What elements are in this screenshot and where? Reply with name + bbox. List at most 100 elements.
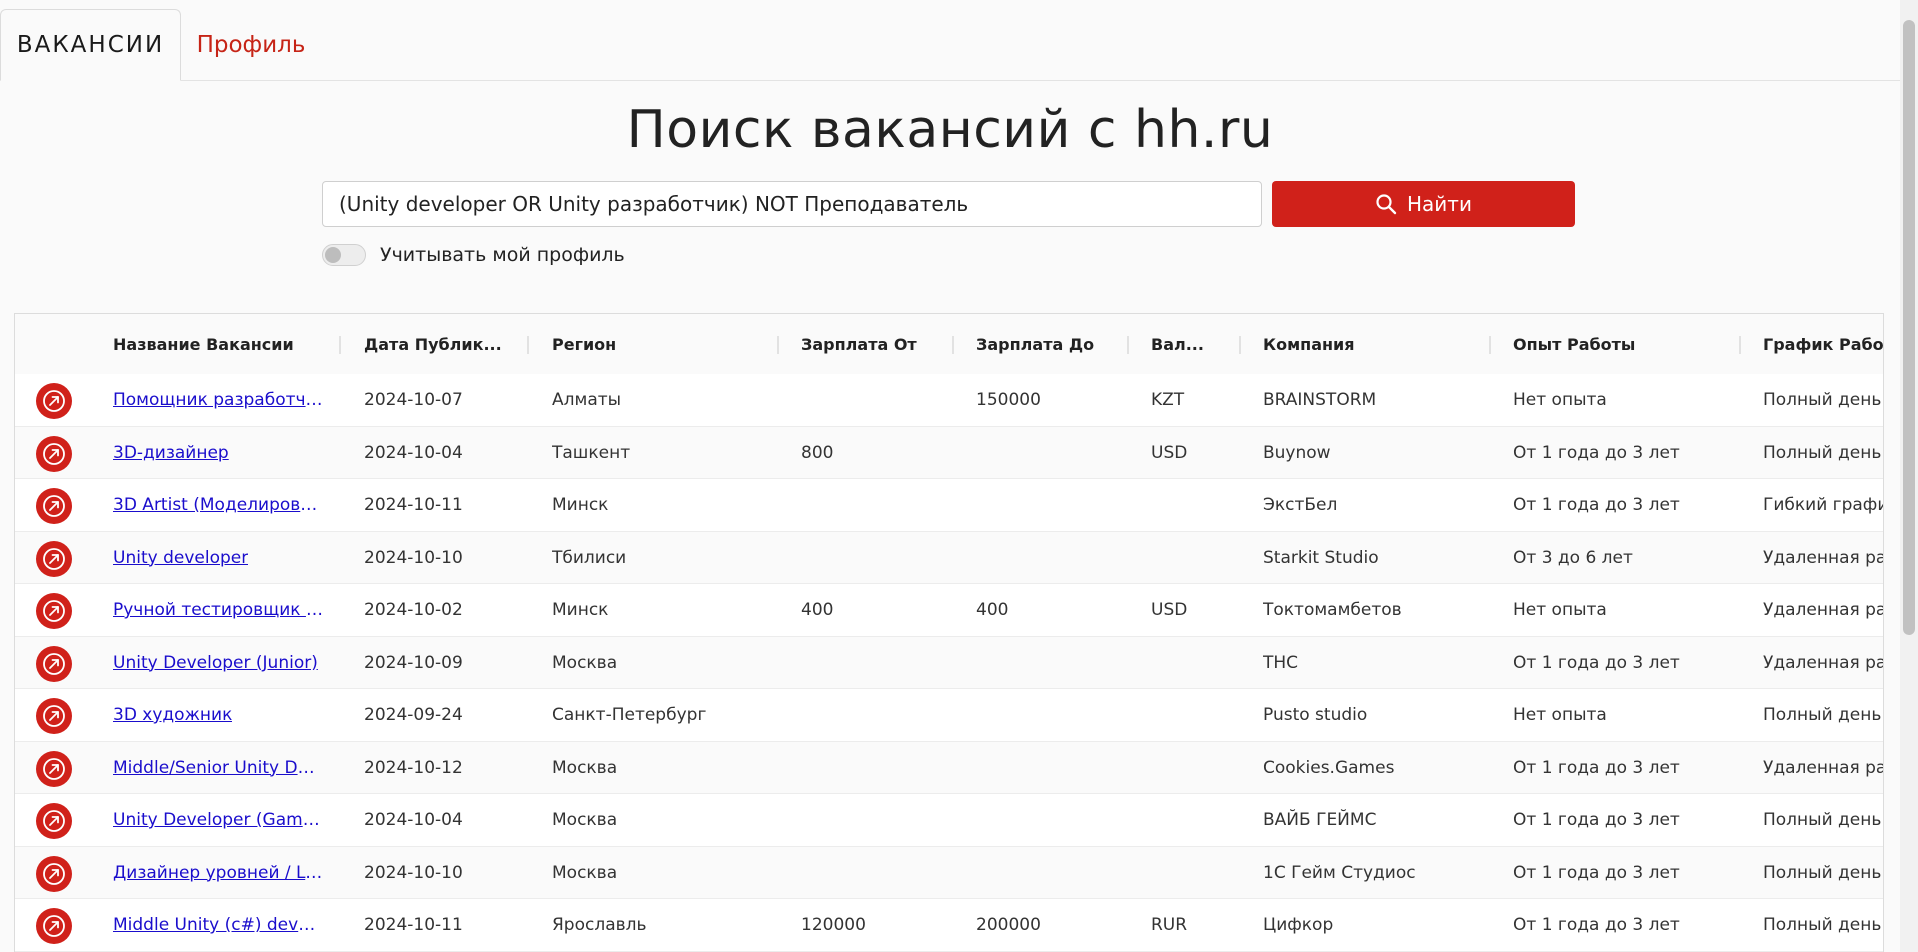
vacancy-title-cell: Middle/Senior Unity Dev... (113, 742, 325, 794)
currency-cell (1151, 847, 1231, 899)
open-external-icon (43, 705, 65, 727)
open-vacancy-button[interactable] (36, 488, 72, 524)
column-header-experience[interactable]: Опыт Работы (1513, 314, 1743, 374)
column-resizer[interactable] (339, 336, 341, 354)
region-cell: Минск (552, 495, 609, 515)
vacancy-title-link[interactable]: Middle/Senior Unity Dev... (113, 758, 325, 778)
column-resizer[interactable] (1739, 336, 1741, 354)
column-resizer[interactable] (527, 336, 529, 354)
currency-cell: USD (1151, 442, 1188, 463)
open-vacancy-button[interactable] (36, 908, 72, 944)
region-cell: Москва (552, 652, 618, 673)
currency-cell (1151, 637, 1231, 689)
column-header-company[interactable]: Компания (1263, 314, 1493, 374)
currency-cell (1151, 532, 1231, 584)
experience-cell: Нет опыта (1513, 600, 1607, 620)
search-button[interactable]: Найти (1272, 181, 1575, 227)
company-cell: ВАЙБ ГЕЙМС (1263, 810, 1377, 830)
currency-cell (1151, 479, 1231, 531)
column-header-schedule[interactable]: График Работы (1763, 314, 1883, 374)
vacancy-title-link[interactable]: 3D художник (113, 705, 232, 725)
search-button-label: Найти (1407, 192, 1472, 216)
vacancy-title-link[interactable]: Middle Unity (c#) develo... (113, 915, 325, 935)
experience-cell: От 3 до 6 лет (1513, 547, 1633, 568)
vacancy-title-link[interactable]: Unity Developer (Junior) (113, 653, 318, 673)
publish-date-cell: 2024-10-11 (364, 495, 463, 515)
open-vacancy-button[interactable] (36, 435, 72, 472)
table-row: Unity developer 2024-10-10 Тбилиси Starkit … (15, 531, 1884, 584)
experience-cell: Нет опыта (1513, 705, 1607, 725)
schedule-cell: Удаленная раб (1763, 547, 1884, 568)
currency-cell: USD (1151, 600, 1188, 620)
column-header-title[interactable]: Название Вакансии (113, 314, 325, 374)
open-vacancy-button[interactable] (36, 803, 72, 839)
publish-date-cell: 2024-10-02 (364, 600, 463, 620)
currency-cell (1151, 794, 1231, 846)
open-vacancy-button[interactable] (36, 593, 72, 629)
salary-from-cell: 400 (801, 600, 834, 620)
vacancy-title-link[interactable]: Unity developer (113, 548, 248, 568)
page-title: Поиск вакансий с hh.ru (626, 100, 1274, 160)
table-row: Middle Unity (c#) develo... 2024-10-11 Яро… (15, 899, 1883, 952)
column-header-salary-to[interactable]: Зарплата До (976, 314, 1136, 374)
column-resizer[interactable] (1127, 336, 1129, 354)
column-header-salary-from[interactable]: Зарплата От (801, 314, 961, 374)
open-vacancy-button[interactable] (36, 540, 72, 577)
salary-to-cell (976, 794, 1136, 846)
table-row: 3D-дизайнер 2024-10-04 Ташкент 800 USD Buynow… (15, 426, 1883, 479)
search-input[interactable] (322, 181, 1262, 227)
salary-from-cell (801, 637, 961, 689)
open-external-icon (43, 442, 65, 465)
open-vacancy-button[interactable] (36, 645, 72, 682)
open-external-icon (43, 862, 65, 885)
publish-date-cell: 2024-10-10 (364, 547, 463, 568)
open-vacancy-button[interactable] (36, 855, 72, 892)
schedule-cell: Полный день (1763, 442, 1882, 463)
vacancy-title-cell: 3D-дизайнер (113, 427, 325, 479)
open-external-icon (43, 915, 65, 937)
vacancy-title-link[interactable]: Помощник разработчи... (113, 390, 325, 410)
experience-cell: От 1 года до 3 лет (1513, 915, 1680, 935)
vacancy-title-link[interactable]: Ручной тестировщик Q... (113, 600, 325, 620)
column-header-date[interactable]: Дата Публик... (364, 314, 534, 374)
vacancy-title-link[interactable]: Дизайнер уровней / Le... (113, 863, 325, 883)
tab-vacancies[interactable]: ВАКАНСИИ (0, 9, 181, 81)
experience-cell: От 1 года до 3 лет (1513, 810, 1680, 830)
column-header-currency[interactable]: Вал... (1151, 314, 1231, 374)
column-resizer[interactable] (1489, 336, 1491, 354)
experience-cell: От 1 года до 3 лет (1513, 442, 1680, 463)
company-cell: Pusto studio (1263, 705, 1368, 725)
column-resizer[interactable] (777, 336, 779, 354)
tab-profile[interactable]: Профиль (181, 9, 321, 80)
profile-toggle[interactable] (322, 244, 366, 266)
column-resizer[interactable] (952, 336, 954, 354)
open-vacancy-button[interactable] (36, 383, 72, 419)
page-scrollbar[interactable] (1900, 0, 1918, 952)
company-cell: Starkit Studio (1263, 547, 1379, 568)
vacancy-title-link[interactable]: Unity Developer (Gamed... (113, 810, 325, 830)
table-row: 3D художник 2024-09-24 Санкт-Петербург Pust… (15, 689, 1883, 742)
schedule-cell: Гибкий график (1763, 495, 1883, 515)
salary-from-cell (801, 374, 961, 426)
schedule-cell: Полный день (1763, 915, 1882, 935)
experience-cell: Нет опыта (1513, 390, 1607, 410)
salary-to-cell (976, 847, 1136, 899)
company-cell: Buynow (1263, 442, 1331, 463)
vacancy-title-cell: Unity developer (113, 532, 325, 584)
vacancy-title-link[interactable]: 3D-дизайнер (113, 443, 229, 463)
schedule-cell: Полный день (1763, 390, 1882, 410)
table-row: Помощник разработчи... 2024-10-07 Алматы 15… (15, 374, 1883, 427)
company-cell: 1С Гейм Студиос (1263, 862, 1416, 883)
scrollbar-thumb[interactable] (1903, 20, 1915, 635)
profile-toggle-label: Учитывать мой профиль (380, 244, 625, 266)
vacancy-title-link[interactable]: 3D Artist (Моделирован... (113, 495, 325, 515)
salary-to-cell: 150000 (976, 390, 1041, 410)
region-cell: Москва (552, 862, 618, 883)
column-resizer[interactable] (1239, 336, 1241, 354)
open-external-icon (43, 390, 65, 412)
open-vacancy-button[interactable] (36, 750, 72, 787)
currency-cell (1151, 689, 1231, 741)
open-vacancy-button[interactable] (36, 698, 72, 734)
schedule-cell: Полный день (1763, 705, 1882, 725)
column-header-region[interactable]: Регион (552, 314, 782, 374)
